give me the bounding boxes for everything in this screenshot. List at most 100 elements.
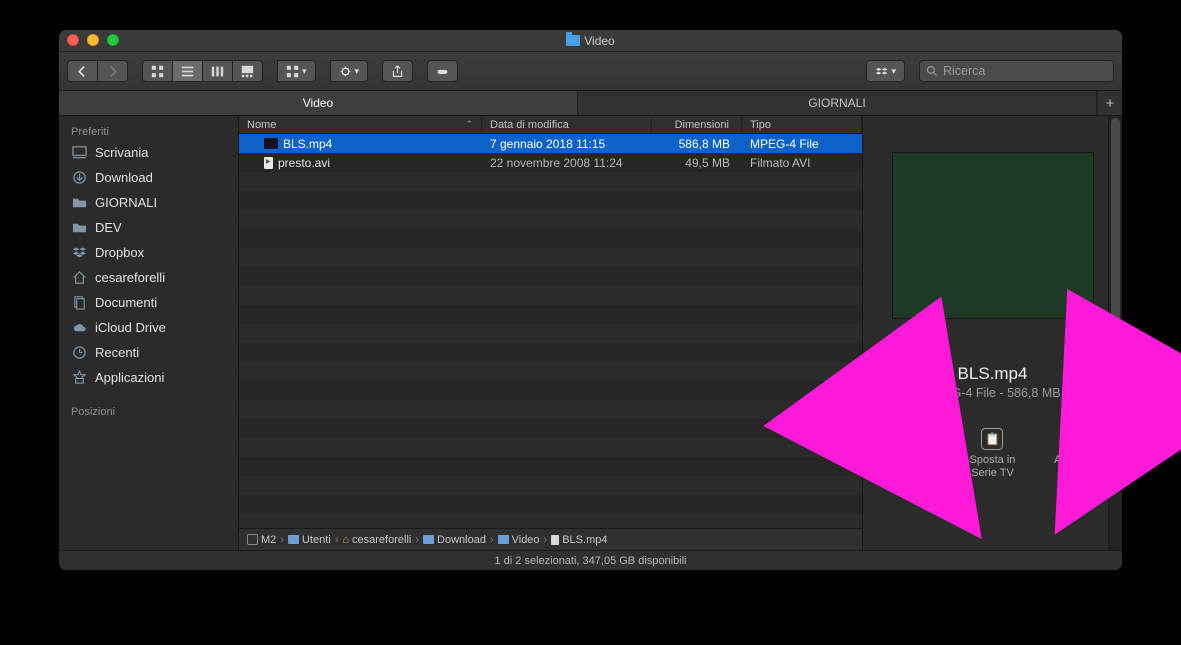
- sidebar-item-label: DEV: [95, 220, 122, 235]
- column-name[interactable]: Nome ⌃: [239, 116, 482, 133]
- desktop-icon: [71, 145, 87, 161]
- download-icon: ↓: [903, 428, 925, 450]
- sidebar-item-giornali[interactable]: GIORNALI: [59, 190, 238, 215]
- documents-icon: [71, 295, 87, 311]
- file-icon: [264, 138, 278, 149]
- sidebar-item-label: Documenti: [95, 295, 157, 310]
- sidebar-section-header: Preferiti: [59, 120, 238, 140]
- minimize-window-button[interactable]: [87, 34, 99, 46]
- folder-icon: [566, 35, 580, 46]
- file-size: 586,8 MB: [652, 137, 742, 151]
- clipboard-icon: 📋: [981, 428, 1003, 450]
- new-tab-button[interactable]: +: [1097, 91, 1122, 115]
- dropbox-toolbar-button[interactable]: ▾: [866, 60, 905, 82]
- sidebar-item-documenti[interactable]: Documenti: [59, 290, 238, 315]
- folder-icon: [288, 535, 299, 544]
- file-kind: Filmato AVI: [742, 156, 862, 170]
- quick-action-subtitles[interactable]: ↓ Ottieni sottotitoli: [879, 428, 949, 480]
- column-headers: Nome ⌃ Data di modifica Dimensioni Tipo: [239, 116, 862, 134]
- folder-icon: [423, 535, 434, 544]
- download-icon: [71, 170, 87, 186]
- sidebar-item-dropbox[interactable]: Dropbox: [59, 240, 238, 265]
- share-button[interactable]: [382, 60, 413, 82]
- movie-icon: [551, 535, 559, 545]
- sidebar-item-label: Scrivania: [95, 145, 148, 160]
- view-gallery-button[interactable]: [233, 60, 263, 82]
- preview-subtitle: MPEG-4 File - 586,8 MB: [875, 386, 1110, 400]
- file-date: 7 gennaio 2018 11:15: [482, 137, 652, 151]
- column-date[interactable]: Data di modifica: [482, 116, 652, 133]
- traffic-lights: [67, 34, 119, 46]
- quick-action-move-tv[interactable]: 📋 Sposta in Serie TV: [957, 428, 1027, 480]
- sidebar-item-recenti[interactable]: Recenti: [59, 340, 238, 365]
- sidebar-item-applicazioni[interactable]: Applicazioni: [59, 365, 238, 390]
- tab-label: GIORNALI: [808, 96, 865, 110]
- folder-icon: [498, 535, 509, 544]
- quick-action-label: Sposta in Serie TV: [957, 454, 1027, 480]
- preview-name: BLS.mp4: [875, 364, 1110, 384]
- column-size[interactable]: Dimensioni: [652, 116, 742, 133]
- sidebar-item-download[interactable]: Download: [59, 165, 238, 190]
- column-label: Nome: [247, 119, 276, 131]
- dropbox-icon: [71, 245, 87, 261]
- finder-window: Video: [59, 30, 1122, 570]
- preview-thumbnail[interactable]: [893, 153, 1093, 318]
- arrange-button[interactable]: ▾: [277, 60, 316, 82]
- path-item[interactable]: Utenti: [288, 534, 331, 546]
- tags-button[interactable]: [427, 60, 458, 82]
- inspector-scrollbar[interactable]: [1108, 116, 1122, 550]
- file-row[interactable]: presto.avi 22 novembre 2008 11:24 49,5 M…: [239, 153, 862, 172]
- sidebar-item-label: Download: [95, 170, 153, 185]
- scrollbar-thumb[interactable]: [1111, 118, 1120, 338]
- path-label: Download: [437, 534, 486, 546]
- maximize-window-button[interactable]: [107, 34, 119, 46]
- close-window-button[interactable]: [67, 34, 79, 46]
- path-label: Utenti: [302, 534, 331, 546]
- file-name: BLS.mp4: [283, 137, 332, 151]
- tab-giornali[interactable]: GIORNALI: [578, 91, 1097, 115]
- path-item[interactable]: M2: [247, 534, 276, 546]
- quick-action-label: Altro…: [1054, 454, 1088, 467]
- search-input[interactable]: [943, 64, 1107, 78]
- sidebar-item-icloud[interactable]: iCloud Drive: [59, 315, 238, 340]
- forward-button[interactable]: [98, 60, 128, 82]
- column-label: Data di modifica: [490, 119, 569, 131]
- file-list-area: Nome ⌃ Data di modifica Dimensioni Tipo …: [239, 116, 862, 550]
- sidebar-item-scrivania[interactable]: Scrivania: [59, 140, 238, 165]
- folder-icon: [71, 195, 87, 211]
- home-icon: ⌂: [342, 534, 349, 546]
- sidebar-item-dev[interactable]: DEV: [59, 215, 238, 240]
- path-label: Video: [512, 534, 540, 546]
- view-columns-button[interactable]: [203, 60, 233, 82]
- sidebar: Preferiti Scrivania Download GIORNALI DE…: [59, 116, 239, 550]
- path-item[interactable]: ⌂cesareforelli: [342, 534, 411, 546]
- column-label: Dimensioni: [675, 119, 729, 131]
- more-icon: ⋯: [1060, 428, 1082, 450]
- back-button[interactable]: [67, 60, 98, 82]
- sidebar-item-label: GIORNALI: [95, 195, 157, 210]
- tab-label: Video: [303, 96, 333, 110]
- file-row[interactable]: BLS.mp4 7 gennaio 2018 11:15 586,8 MB MP…: [239, 134, 862, 153]
- quick-action-label: Ottieni sottotitoli: [879, 454, 949, 480]
- sidebar-item-label: Recenti: [95, 345, 139, 360]
- sidebar-item-home[interactable]: cesareforelli: [59, 265, 238, 290]
- view-list-button[interactable]: [173, 60, 203, 82]
- column-label: Tipo: [750, 119, 771, 131]
- folder-icon: [71, 220, 87, 236]
- quick-action-more[interactable]: ⋯ Altro…: [1036, 428, 1106, 480]
- file-icon: [264, 157, 273, 169]
- search-icon: [926, 65, 938, 77]
- search-field[interactable]: [919, 60, 1114, 82]
- path-item[interactable]: Video: [498, 534, 540, 546]
- sidebar-item-label: Dropbox: [95, 245, 144, 260]
- tab-video[interactable]: Video: [59, 91, 578, 115]
- column-kind[interactable]: Tipo: [742, 116, 862, 133]
- file-name: presto.avi: [278, 156, 330, 170]
- path-item[interactable]: BLS.mp4: [551, 534, 607, 546]
- sidebar-item-label: cesareforelli: [95, 270, 165, 285]
- action-button[interactable]: ▾: [330, 60, 369, 82]
- disk-icon: [247, 534, 258, 545]
- path-bar: M2 › Utenti › ⌂cesareforelli › Download …: [239, 528, 862, 550]
- view-icons-button[interactable]: [142, 60, 173, 82]
- path-item[interactable]: Download: [423, 534, 486, 546]
